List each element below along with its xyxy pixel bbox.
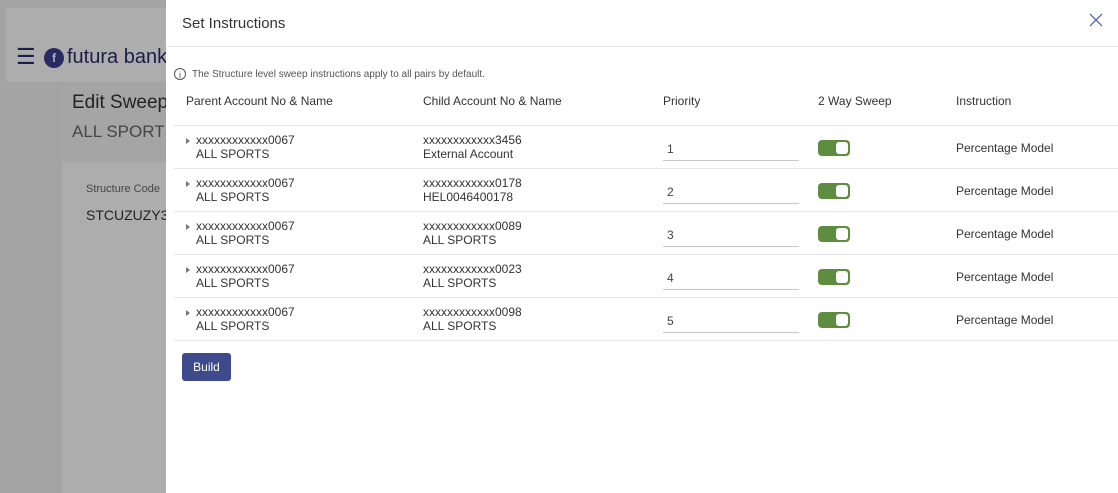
- parent-account-name: ALL SPORTS: [196, 190, 270, 204]
- toggle-knob: [836, 314, 848, 326]
- two-way-sweep-toggle[interactable]: [818, 183, 850, 199]
- instruction-value: Percentage Model: [956, 141, 1054, 155]
- two-way-sweep-toggle[interactable]: [818, 312, 850, 328]
- info-icon: i: [174, 68, 186, 80]
- parent-account-number: xxxxxxxxxxxx0067: [196, 176, 295, 190]
- instruction-value: Percentage Model: [956, 227, 1054, 241]
- instruction-value: Percentage Model: [956, 313, 1054, 327]
- table-row: xxxxxxxxxxxx0067 ALL SPORTS xxxxxxxxxxxx…: [174, 126, 1118, 169]
- priority-input[interactable]: [663, 267, 799, 290]
- caret-right-icon[interactable]: [186, 138, 190, 144]
- caret-right-icon[interactable]: [186, 224, 190, 230]
- set-instructions-modal: Set Instructions i The Structure level s…: [166, 0, 1118, 493]
- parent-account-cell: xxxxxxxxxxxx0067 ALL SPORTS: [186, 134, 295, 161]
- header-two-way-sweep: 2 Way Sweep: [818, 94, 892, 108]
- caret-right-icon[interactable]: [186, 310, 190, 316]
- child-account-cell: xxxxxxxxxxxx3456 External Account: [423, 133, 522, 162]
- instruction-value: Percentage Model: [956, 184, 1054, 198]
- two-way-sweep-toggle[interactable]: [818, 140, 850, 156]
- priority-input[interactable]: [663, 224, 799, 247]
- child-account-cell: xxxxxxxxxxxx0178 HEL0046400178: [423, 176, 522, 205]
- parent-account-cell: xxxxxxxxxxxx0067 ALL SPORTS: [186, 177, 295, 204]
- caret-right-icon[interactable]: [186, 267, 190, 273]
- child-account-number: xxxxxxxxxxxx0098: [423, 305, 522, 319]
- table-row: xxxxxxxxxxxx0067 ALL SPORTS xxxxxxxxxxxx…: [174, 169, 1118, 212]
- table-header: Parent Account No & Name Child Account N…: [174, 85, 1118, 126]
- info-message: i The Structure level sweep instructions…: [174, 68, 485, 80]
- child-account-name: External Account: [423, 147, 514, 161]
- parent-account-name: ALL SPORTS: [196, 233, 270, 247]
- parent-account-number: xxxxxxxxxxxx0067: [196, 262, 295, 276]
- child-account-number: xxxxxxxxxxxx3456: [423, 133, 522, 147]
- instructions-table: Parent Account No & Name Child Account N…: [174, 85, 1118, 341]
- instruction-value: Percentage Model: [956, 270, 1054, 284]
- parent-account-number: xxxxxxxxxxxx0067: [196, 219, 295, 233]
- modal-header: Set Instructions: [166, 0, 1118, 47]
- table-row: xxxxxxxxxxxx0067 ALL SPORTS xxxxxxxxxxxx…: [174, 255, 1118, 298]
- parent-account-name: ALL SPORTS: [196, 276, 270, 290]
- child-account-number: xxxxxxxxxxxx0023: [423, 262, 522, 276]
- build-button[interactable]: Build: [182, 353, 231, 381]
- priority-input[interactable]: [663, 181, 799, 204]
- table-row: xxxxxxxxxxxx0067 ALL SPORTS xxxxxxxxxxxx…: [174, 212, 1118, 255]
- modal-title: Set Instructions: [182, 15, 286, 32]
- header-parent-account: Parent Account No & Name: [186, 94, 333, 108]
- child-account-number: xxxxxxxxxxxx0178: [423, 176, 522, 190]
- parent-account-cell: xxxxxxxxxxxx0067 ALL SPORTS: [186, 263, 295, 290]
- toggle-knob: [836, 185, 848, 197]
- child-account-name: HEL0046400178: [423, 190, 514, 204]
- parent-account-name: ALL SPORTS: [196, 147, 270, 161]
- parent-account-name: ALL SPORTS: [196, 319, 270, 333]
- child-account-name: ALL SPORTS: [423, 233, 497, 247]
- priority-input[interactable]: [663, 310, 799, 333]
- toggle-knob: [836, 271, 848, 283]
- page: ☰ f futura bank Edit Sweep ALL SPORTS St…: [0, 0, 1118, 493]
- parent-account-cell: xxxxxxxxxxxx0067 ALL SPORTS: [186, 220, 295, 247]
- info-text: The Structure level sweep instructions a…: [192, 68, 485, 80]
- child-account-name: ALL SPORTS: [423, 276, 497, 290]
- child-account-number: xxxxxxxxxxxx0089: [423, 219, 522, 233]
- child-account-cell: xxxxxxxxxxxx0089 ALL SPORTS: [423, 219, 522, 248]
- two-way-sweep-toggle[interactable]: [818, 226, 850, 242]
- parent-account-number: xxxxxxxxxxxx0067: [196, 133, 295, 147]
- toggle-knob: [836, 228, 848, 240]
- table-row: xxxxxxxxxxxx0067 ALL SPORTS xxxxxxxxxxxx…: [174, 298, 1118, 341]
- child-account-cell: xxxxxxxxxxxx0023 ALL SPORTS: [423, 262, 522, 291]
- header-priority: Priority: [663, 94, 701, 108]
- caret-right-icon[interactable]: [186, 181, 190, 187]
- toggle-knob: [836, 142, 848, 154]
- parent-account-cell: xxxxxxxxxxxx0067 ALL SPORTS: [186, 306, 295, 333]
- header-child-account: Child Account No & Name: [423, 94, 562, 108]
- close-icon[interactable]: [1086, 10, 1106, 30]
- two-way-sweep-toggle[interactable]: [818, 269, 850, 285]
- header-instruction: Instruction: [956, 94, 1012, 108]
- child-account-cell: xxxxxxxxxxxx0098 ALL SPORTS: [423, 305, 522, 334]
- priority-input[interactable]: [663, 138, 799, 161]
- child-account-name: ALL SPORTS: [423, 319, 497, 333]
- parent-account-number: xxxxxxxxxxxx0067: [196, 305, 295, 319]
